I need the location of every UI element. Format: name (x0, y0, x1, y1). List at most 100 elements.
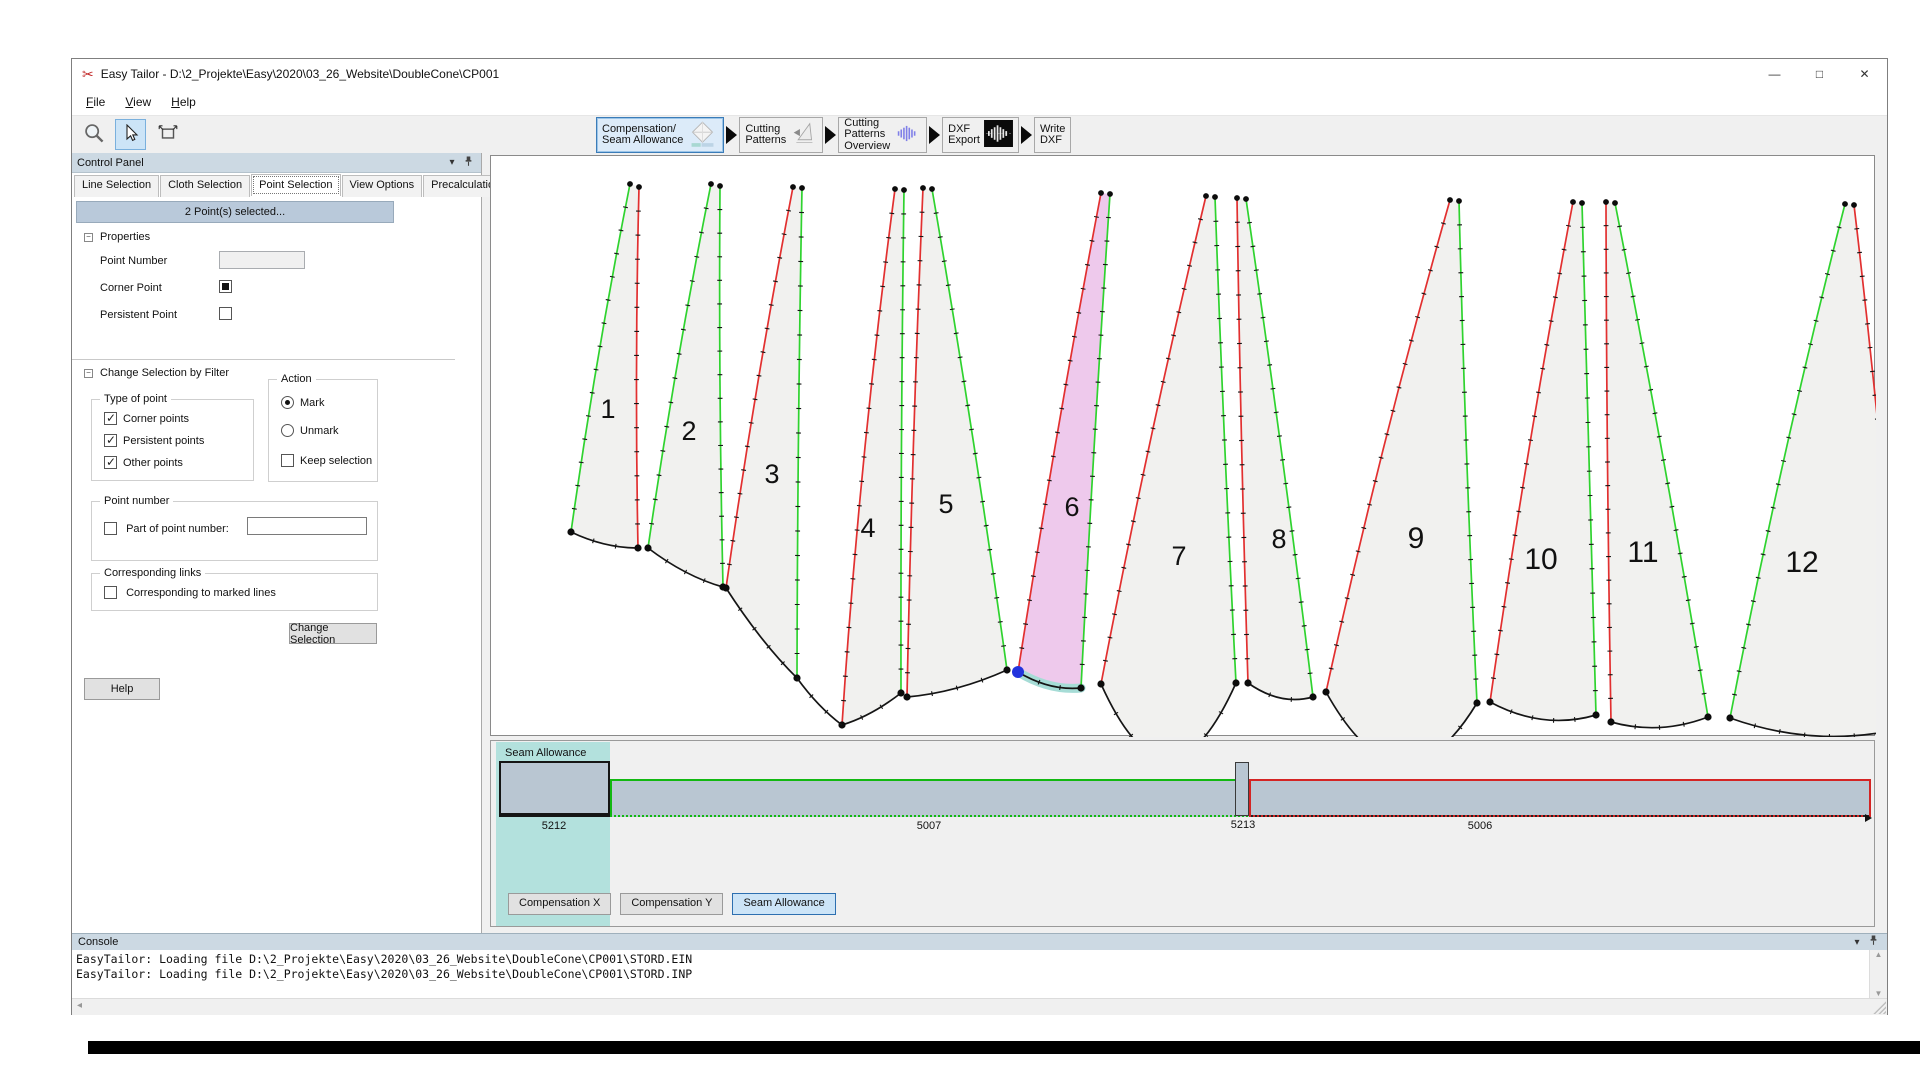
help-button[interactable]: Help (84, 678, 160, 700)
dxf-export-button[interactable]: DXFExport (942, 117, 1019, 153)
console-title: Console (78, 936, 1849, 948)
corner-point-checkbox[interactable] (219, 280, 232, 293)
piece-number-label: 5 (938, 489, 953, 519)
console-hscrollbar[interactable]: ◂ (72, 998, 1887, 1015)
panel-dropdown-icon[interactable]: ▾ (444, 157, 460, 168)
pattern-piece-5[interactable]: 5 (903, 185, 1010, 701)
boundary-edge (797, 678, 842, 725)
console-pin-icon[interactable] (1865, 935, 1881, 949)
properties-section-header[interactable]: − Properties (84, 231, 150, 243)
console-header[interactable]: Console ▾ (72, 933, 1887, 950)
collapse-icon[interactable]: − (84, 233, 93, 242)
pattern-piece-2[interactable]: 2 (644, 181, 726, 590)
tab-cloth-selection[interactable]: Cloth Selection (160, 175, 250, 197)
cutting-patterns-overview-button[interactable]: CuttingPatternsOverview (838, 117, 927, 153)
part-of-point-number-field[interactable] (247, 517, 367, 535)
pattern-piece-11[interactable]: 11 (1603, 199, 1712, 730)
collapse-icon[interactable]: − (84, 369, 93, 378)
seam-mode-tabs: Compensation X Compensation Y Seam Allowan… (508, 893, 836, 915)
title-bar[interactable]: ✂ Easy Tailor - D:\2_Projekte\Easy\2020\… (72, 59, 1887, 89)
pattern-piece-3[interactable]: 3 (722, 184, 805, 682)
piece-number-label: 1 (600, 394, 615, 424)
console-dropdown-icon[interactable]: ▾ (1849, 937, 1865, 948)
other-points-checkbox[interactable] (104, 456, 117, 469)
piece-number-label: 3 (764, 459, 779, 489)
unmark-radio[interactable] (281, 424, 294, 437)
cutting-patterns-button[interactable]: CuttingPatterns (739, 117, 823, 153)
tab-view-options[interactable]: View Options (342, 175, 423, 197)
tab-line-selection[interactable]: Line Selection (74, 175, 159, 197)
scroll-left-icon[interactable]: ◂ (77, 1000, 82, 1011)
piece-number-label: 2 (681, 416, 696, 446)
console-vscrollbar[interactable]: ▲ ▼ (1869, 950, 1887, 998)
menu-file[interactable]: File (76, 91, 115, 113)
select-tool-button[interactable] (115, 119, 146, 150)
pattern-piece-7[interactable]: 7 (1097, 193, 1239, 737)
write-dxf-label: WriteDXF (1040, 124, 1065, 147)
control-panel-header[interactable]: Control Panel ▾ (72, 153, 481, 173)
pattern-piece-4[interactable]: 4 (838, 186, 907, 729)
scissors-app-icon: ✂ (82, 66, 94, 83)
pattern-canvas[interactable]: 123456789101112 (490, 155, 1875, 736)
change-selection-button[interactable]: Change Selection (289, 623, 377, 644)
action-group: Action MarkUnmarkKeep selection (268, 379, 378, 482)
seam-bar-5212[interactable] (499, 761, 610, 817)
compensation-seam-allowance-label: Compensation/Seam Allowance (602, 124, 683, 147)
maximize-button[interactable]: □ (1797, 59, 1842, 89)
pattern-piece-9[interactable]: 9 (1322, 197, 1480, 737)
console-output[interactable]: EasyTailor: Loading file D:\2_Projekte\E… (72, 950, 1869, 998)
part-of-point-number-checkbox[interactable] (104, 522, 117, 535)
minimize-button[interactable]: — (1752, 59, 1797, 89)
corresponding-links-group: Corresponding links Corresponding to mar… (91, 573, 378, 611)
seam-bar-5007[interactable] (610, 779, 1260, 817)
pattern-piece-10[interactable]: 10 (1486, 199, 1599, 723)
cutting-icon (790, 121, 817, 149)
seam-tab-compensation-x[interactable]: Compensation X (508, 893, 611, 915)
menu-bar: FileViewHelp (72, 89, 1887, 115)
magnifier-icon (83, 122, 105, 147)
workflow-arrow-icon (1021, 126, 1032, 144)
compensation-seam-allowance-button[interactable]: Compensation/Seam Allowance (596, 117, 724, 153)
keep-selection-checkbox[interactable] (281, 454, 294, 467)
point-number-field[interactable] (219, 251, 305, 269)
point-number-filter-group: Point number Part of point number: (91, 501, 378, 561)
seam-bar-5213[interactable] (1235, 762, 1249, 816)
zoom-extents-tool-button[interactable] (152, 119, 183, 150)
seam-tab-compensation-y[interactable]: Compensation Y (620, 893, 723, 915)
control-panel-title: Control Panel (77, 157, 444, 169)
pattern-pieces-svg: 123456789101112 (491, 156, 1876, 737)
zoom-tool-button[interactable] (78, 119, 109, 150)
console-line: EasyTailor: Loading file D:\2_Projekte\E… (76, 952, 1865, 967)
menu-view[interactable]: View (115, 91, 161, 113)
pattern-piece-12[interactable]: 12 (1726, 201, 1876, 737)
pattern-piece-6[interactable]: 6 (1012, 190, 1113, 692)
corresponding-to-marked-lines-label: Corresponding to marked lines (126, 587, 276, 599)
seam-allowance-panel: Seam Allowance 5212500752135006 Compensa… (490, 740, 1875, 927)
piece-number-label: 4 (860, 513, 875, 543)
mark-radio[interactable] (281, 396, 294, 409)
tab-point-selection[interactable]: Point Selection (251, 174, 340, 196)
seam-tab-seam-allowance[interactable]: Seam Allowance (732, 893, 835, 915)
pattern-piece-8[interactable]: 8 (1234, 195, 1317, 702)
console-panel: Console ▾ EasyTailor: Loading file D:\2_… (72, 933, 1887, 1015)
seam-bar-5006[interactable] (1249, 779, 1871, 817)
seam-bar-label-5212: 5212 (542, 820, 566, 832)
other-points-label: Other points (123, 457, 183, 469)
corner-points-checkbox[interactable] (104, 412, 117, 425)
persistent-point-checkbox[interactable] (219, 307, 232, 320)
persistent-points-checkbox[interactable] (104, 434, 117, 447)
menu-help[interactable]: Help (161, 91, 206, 113)
panel-pin-icon[interactable] (460, 156, 476, 170)
cutting-patterns-overview-label: CuttingPatternsOverview (844, 118, 890, 153)
resize-grip[interactable] (1872, 1000, 1886, 1014)
filter-section-header[interactable]: − Change Selection by Filter (84, 367, 229, 379)
window-title: Easy Tailor - D:\2_Projekte\Easy\2020\03… (101, 67, 499, 81)
corresponding-to-marked-lines-checkbox[interactable] (104, 586, 117, 599)
persistent-points-label: Persistent points (123, 435, 204, 447)
screenshot-root: ✂ Easy Tailor - D:\2_Projekte\Easy\2020\… (0, 0, 1920, 1080)
scroll-up-icon[interactable]: ▲ (1875, 950, 1883, 959)
write-dxf-button[interactable]: WriteDXF (1034, 117, 1071, 153)
pattern-piece-1[interactable]: 1 (567, 181, 642, 551)
close-button[interactable]: ✕ (1842, 59, 1887, 89)
scroll-down-icon[interactable]: ▼ (1875, 989, 1883, 998)
